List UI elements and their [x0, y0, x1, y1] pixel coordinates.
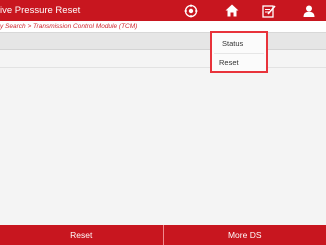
function-dropdown: Status Reset — [210, 31, 268, 73]
reset-button[interactable]: Reset — [0, 225, 163, 245]
dropdown-item-reset[interactable]: Reset — [219, 54, 273, 71]
footer-bar: Reset More DS — [0, 225, 326, 245]
content-area — [0, 50, 326, 225]
dropdown-item-status[interactable]: Status — [222, 35, 276, 52]
edit-icon — [262, 4, 276, 18]
settings-icon — [184, 4, 198, 18]
table-header — [0, 33, 326, 50]
home-icon — [225, 4, 239, 17]
user-icon — [302, 4, 316, 18]
edit-button[interactable] — [259, 2, 279, 19]
settings-button[interactable] — [181, 2, 201, 19]
breadcrumb: y Search > Transmission Control Module (… — [0, 21, 326, 33]
home-button[interactable] — [222, 2, 242, 19]
more-ds-button[interactable]: More DS — [162, 225, 326, 245]
row-divider — [0, 67, 326, 68]
top-bar: ive Pressure Reset — [0, 0, 326, 21]
page-title: ive Pressure Reset — [0, 5, 81, 16]
user-button[interactable] — [299, 2, 319, 19]
